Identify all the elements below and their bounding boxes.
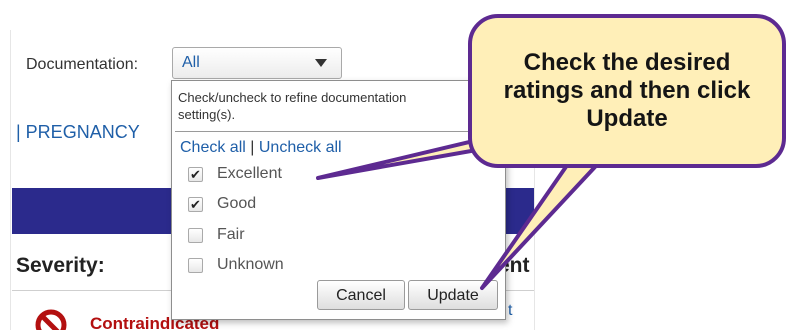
checkbox-unchecked-icon[interactable]	[188, 258, 203, 273]
documentation-select[interactable]: All	[172, 47, 342, 79]
nav-link-pregnancy[interactable]: | PREGNANCY	[16, 122, 140, 143]
cancel-button[interactable]: Cancel	[317, 280, 405, 310]
link-separator: |	[250, 139, 255, 156]
contraindicated-icon	[35, 309, 67, 330]
instruction-callout: Check the desired ratings and then click…	[468, 14, 786, 168]
check-all-link[interactable]: Check all	[180, 139, 246, 156]
documentation-dropdown: Check/uncheck to refine documentation se…	[171, 80, 506, 320]
callout-text: Check the desired ratings and then click…	[503, 49, 751, 132]
dropdown-divider	[175, 131, 502, 132]
row-link-fragment[interactable]: t	[508, 302, 512, 320]
checkbox-unchecked-icon[interactable]	[188, 228, 203, 243]
help-line-2: setting(s).	[178, 107, 236, 122]
checkbox-checked-icon[interactable]: ✔	[188, 167, 203, 182]
documentation-select-value: All	[182, 54, 200, 71]
severity-column-header: Severity:	[16, 254, 105, 277]
checkbox-checked-icon[interactable]: ✔	[188, 197, 203, 212]
update-button[interactable]: Update	[408, 280, 498, 310]
option-label: Excellent	[217, 165, 282, 182]
option-label: Fair	[217, 226, 245, 243]
dropdown-help-text: Check/uncheck to refine documentation se…	[178, 89, 474, 123]
help-line-1: Check/uncheck to refine documentation	[178, 90, 407, 105]
option-label: Good	[217, 195, 257, 212]
option-label: Unknown	[217, 256, 284, 273]
uncheck-all-link[interactable]: Uncheck all	[259, 139, 342, 156]
check-links: Check all | Uncheck all	[180, 139, 342, 157]
documentation-label: Documentation:	[26, 56, 139, 73]
chevron-down-icon	[315, 59, 327, 67]
